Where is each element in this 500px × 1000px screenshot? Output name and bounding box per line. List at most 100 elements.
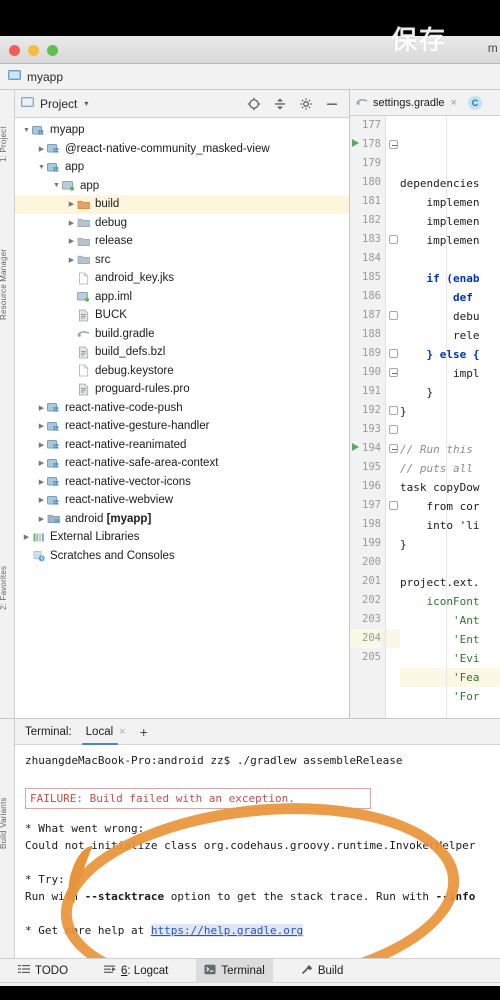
fold-marker-slot[interactable] (386, 572, 400, 591)
code-editor[interactable]: 177 178 179 180 181 182 183 184 185 186 187 188 189 1… (350, 116, 500, 718)
tree-expand-arrow[interactable] (36, 459, 47, 467)
code-line[interactable]: } (400, 402, 500, 421)
tool-window-button-terminal[interactable]: Terminal (196, 958, 273, 983)
tree-expand-arrow[interactable] (36, 496, 47, 504)
fold-marker-slot[interactable] (386, 154, 400, 173)
left-tool-strip[interactable]: 1: Project Resource Manager 2: Favorites (0, 90, 15, 718)
fold-marker-slot[interactable] (386, 306, 400, 325)
tree-expand-arrow[interactable] (36, 515, 47, 523)
gutter-line-number[interactable]: 202 (350, 591, 381, 610)
gutter-line-number[interactable]: 182 (350, 211, 381, 230)
collapse-all-icon[interactable] (273, 97, 287, 111)
terminal-tab-local[interactable]: Local × (81, 719, 126, 745)
gutter-line-number[interactable]: 199 (350, 534, 381, 553)
tree-node[interactable]: debug (15, 214, 349, 233)
fold-toggle-icon[interactable] (389, 425, 398, 434)
code-line[interactable]: // Run this (400, 440, 500, 459)
code-line[interactable]: implemen (400, 231, 500, 250)
fold-marker-slot[interactable] (386, 116, 400, 135)
gutter-line-number[interactable]: 185 (350, 268, 381, 287)
gutter-line-number[interactable]: 179 (350, 154, 381, 173)
tree-node[interactable]: @react-native-community_masked-view (15, 140, 349, 159)
tree-node[interactable]: debug.keystore (15, 362, 349, 381)
tree-node[interactable]: release (15, 232, 349, 251)
tree-expand-arrow[interactable] (36, 164, 47, 171)
gutter-line-number[interactable]: 181 (350, 192, 381, 211)
tree-node[interactable]: build (15, 195, 349, 214)
gutter-line-number[interactable]: 201 (350, 572, 381, 591)
gutter-line-number[interactable]: 186 (350, 287, 381, 306)
chevron-down-icon[interactable]: ▾ (84, 99, 88, 108)
run-gutter-icon[interactable] (352, 139, 359, 147)
gutter-line-number[interactable]: 184 (350, 249, 381, 268)
fold-marker-slot[interactable] (386, 268, 400, 287)
fold-marker-slot[interactable] (386, 591, 400, 610)
code-line[interactable]: task copyDow (400, 478, 500, 497)
gutter-line-number[interactable]: 178 (350, 135, 381, 154)
tree-node[interactable]: Scratches and Consoles (15, 547, 349, 566)
gutter-line-number[interactable]: 197 (350, 496, 381, 515)
fold-marker-slot[interactable] (386, 610, 400, 629)
fold-marker-slot[interactable] (386, 230, 400, 249)
fold-marker-slot[interactable] (386, 515, 400, 534)
tree-node[interactable]: react-native-code-push (15, 399, 349, 418)
code-line[interactable]: impl (400, 364, 500, 383)
tree-expand-arrow[interactable] (51, 182, 62, 189)
code-line[interactable]: } (400, 535, 500, 554)
fold-marker-slot[interactable] (386, 401, 400, 420)
tree-node[interactable]: android_key.jks (15, 269, 349, 288)
code-line[interactable] (400, 155, 500, 174)
gutter-line-number[interactable]: 200 (350, 553, 381, 572)
code-line[interactable]: implemen (400, 212, 500, 231)
tree-node[interactable]: app.iml (15, 288, 349, 307)
code-line[interactable]: from cor (400, 497, 500, 516)
strip-label-build-variants[interactable]: Build Variants (0, 797, 8, 849)
tree-node[interactable]: proguard-rules.pro (15, 380, 349, 399)
fold-toggle-icon[interactable] (389, 444, 398, 453)
tree-node[interactable]: app (15, 177, 349, 196)
fold-marker-slot[interactable] (386, 534, 400, 553)
window-controls[interactable] (9, 45, 58, 56)
project-tab-strip[interactable]: myapp (0, 64, 500, 90)
fold-toggle-icon[interactable] (389, 368, 398, 377)
fold-marker-slot[interactable] (386, 648, 400, 667)
fold-marker-slot[interactable] (386, 344, 400, 363)
code-line[interactable]: // puts all (400, 459, 500, 478)
tree-expand-arrow[interactable] (36, 478, 47, 486)
gutter-line-number[interactable]: 196 (350, 477, 381, 496)
gutter-line-number[interactable]: 191 (350, 382, 381, 401)
project-tree[interactable]: myapp @react-native-community_masked-vie… (15, 118, 349, 718)
gutter-line-number[interactable]: 194 (350, 439, 381, 458)
class-badge-icon[interactable]: C (467, 95, 482, 110)
strip-label-project[interactable]: 1: Project (0, 126, 8, 162)
code-line[interactable]: 'For (400, 687, 500, 706)
gutter-line-number[interactable]: 193 (350, 420, 381, 439)
tree-expand-arrow[interactable] (66, 200, 77, 208)
tree-expand-arrow[interactable] (66, 237, 77, 245)
code-line[interactable]: 'Fea (400, 668, 500, 687)
editor-code-lines[interactable]: dependencies implemen implemen implemen … (400, 116, 500, 718)
gutter-line-number[interactable]: 190 (350, 363, 381, 382)
fold-marker-slot[interactable] (386, 420, 400, 439)
fold-toggle-icon[interactable] (389, 501, 398, 510)
fold-marker-slot[interactable] (386, 629, 400, 648)
tree-expand-arrow[interactable] (36, 422, 47, 430)
code-line[interactable]: } else { (400, 345, 500, 364)
gutter-line-number[interactable]: 205 (350, 648, 381, 667)
fold-marker-slot[interactable] (386, 135, 400, 154)
add-terminal-tab-button[interactable]: + (140, 724, 148, 740)
hide-icon[interactable] (325, 97, 339, 111)
locate-icon[interactable] (247, 97, 261, 111)
gutter-line-number[interactable]: 192 (350, 401, 381, 420)
tree-node[interactable]: BUCK (15, 306, 349, 325)
close-tab-icon[interactable]: × (451, 97, 457, 109)
tree-expand-arrow[interactable] (36, 441, 47, 449)
fold-marker-slot[interactable] (386, 553, 400, 572)
code-line[interactable]: into 'li (400, 516, 500, 535)
code-line[interactable]: 'Evi (400, 649, 500, 668)
tree-expand-arrow[interactable] (21, 533, 32, 541)
tree-node[interactable]: External Libraries (15, 528, 349, 547)
code-line[interactable]: debu (400, 307, 500, 326)
fold-marker-slot[interactable] (386, 477, 400, 496)
gutter-line-number[interactable]: 203 (350, 610, 381, 629)
